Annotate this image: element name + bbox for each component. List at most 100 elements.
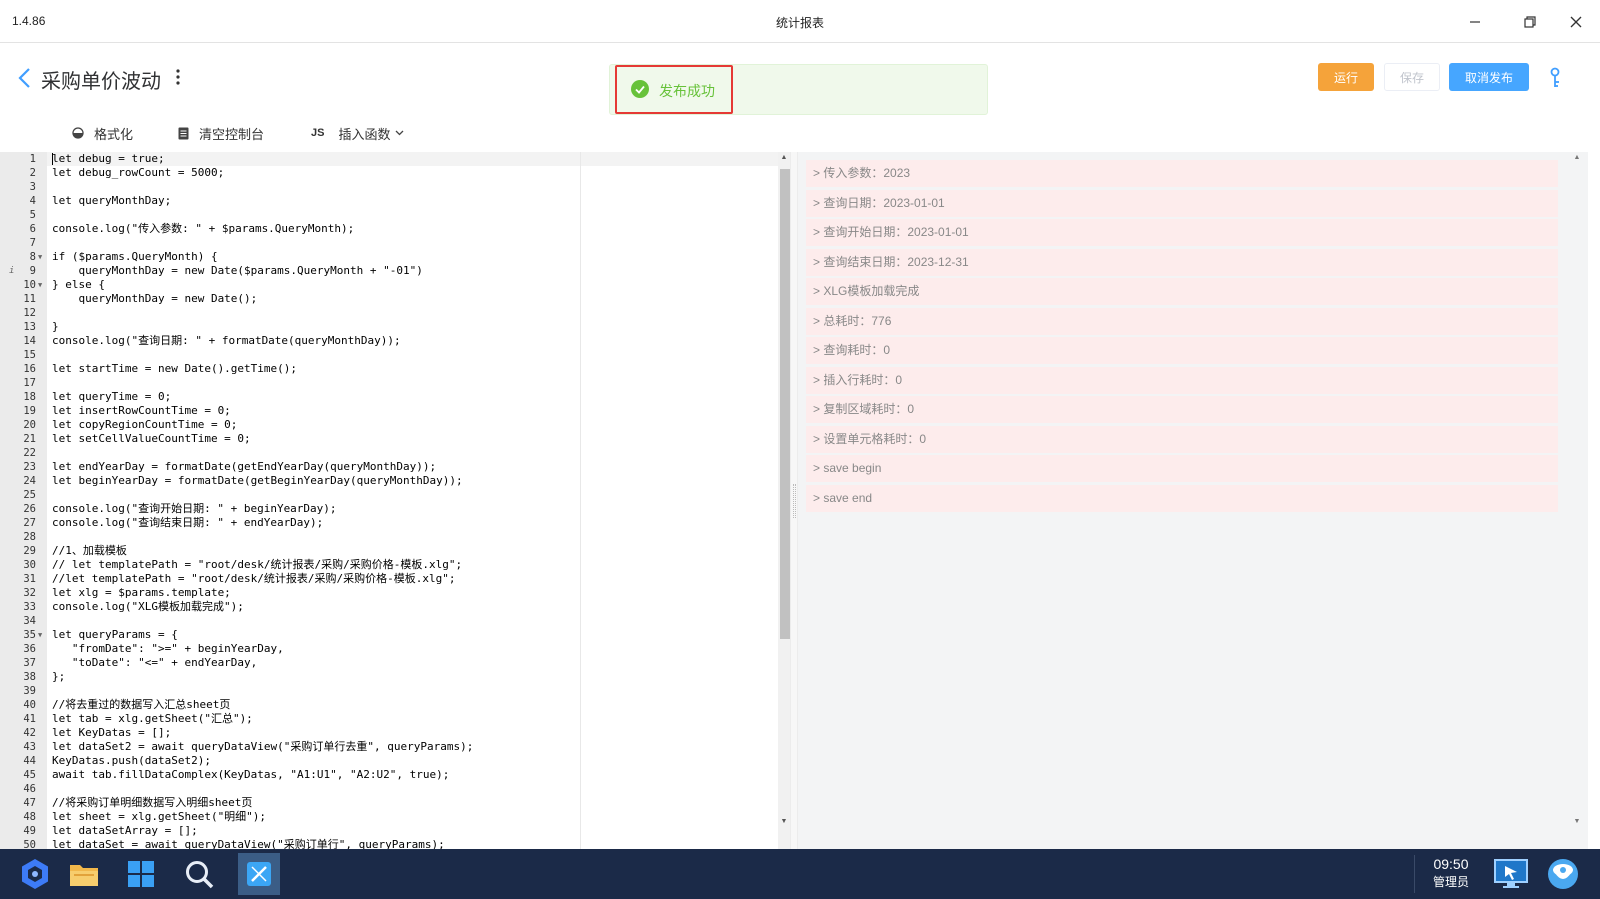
code-line: 34 <box>0 614 778 628</box>
js-icon: JS <box>311 127 325 139</box>
back-arrow-icon[interactable] <box>16 66 34 90</box>
console-scrollbar[interactable]: ▲ ▼ <box>1571 152 1583 849</box>
start-logo-icon[interactable] <box>14 853 56 895</box>
code-line: 16 let startTime = new Date().getTime(); <box>0 362 778 376</box>
code-text: queryMonthDay = new Date($params.QueryMo… <box>52 264 423 277</box>
code-text: console.log("XLG模板加载完成"); <box>52 600 244 613</box>
restore-icon[interactable] <box>1520 12 1540 32</box>
code-line: 27 console.log("查询结束日期: " + endYearDay); <box>0 516 778 530</box>
code-line: 20 let copyRegionCountTime = 0; <box>0 418 778 432</box>
line-number: 27 <box>23 517 36 529</box>
console-line: > 查询结束日期：2023-12-31 <box>806 248 1558 276</box>
code-text: let debug_rowCount = 5000; <box>52 166 225 179</box>
code-line: 15 <box>0 348 778 362</box>
clock[interactable]: 09:50 管理员 <box>1422 856 1480 891</box>
unpublish-button[interactable]: 取消发布 <box>1449 63 1529 91</box>
line-number: 18 <box>23 391 36 403</box>
code-line: 29 //1、加载模板 <box>0 544 778 558</box>
code-line: 37 "toDate": "<=" + endYearDay, <box>0 656 778 670</box>
code-line: 49 let dataSetArray = []; <box>0 824 778 838</box>
minimize-icon[interactable] <box>1465 12 1485 32</box>
line-number: 8 <box>29 251 36 263</box>
scroll-up-icon[interactable]: ▲ <box>1573 154 1581 161</box>
current-user: 管理员 <box>1432 875 1469 889</box>
code-text: let sheet = xlg.getSheet("明细"); <box>52 810 267 823</box>
code-line: 11 queryMonthDay = new Date(); <box>0 292 778 306</box>
close-icon[interactable] <box>1566 12 1586 32</box>
code-text: "toDate": "<=" + endYearDay, <box>52 656 258 669</box>
console-line: > 传入参数：2023 <box>806 160 1558 187</box>
code-line: 31 //let templatePath = "root/desk/统计报表/采… <box>0 572 778 586</box>
scroll-up-icon[interactable]: ▲ <box>780 154 788 161</box>
line-number: 34 <box>23 615 36 627</box>
text-cursor <box>52 153 53 165</box>
run-button[interactable]: 运行 <box>1318 63 1374 91</box>
console-output: > 传入参数：2023 > 查询日期：2023-01-01 > 查询开始日期：202… <box>798 152 1588 849</box>
code-text: //1、加载模板 <box>52 544 127 557</box>
code-text: }; <box>52 670 66 683</box>
format-button[interactable]: 格式化 <box>72 123 133 143</box>
line-number: 35 <box>23 629 36 641</box>
network-status-icon[interactable] <box>1542 853 1584 895</box>
code-text: await tab.fillDataComplex(KeyDatas, "A1:… <box>52 768 450 781</box>
code-text: // let templatePath = "root/desk/统计报表/采购… <box>52 558 463 571</box>
line-number: 46 <box>23 783 36 795</box>
line-number: 4 <box>29 195 36 207</box>
code-line: 17 <box>0 376 778 390</box>
report-designer-app-icon[interactable] <box>238 853 280 895</box>
key-icon[interactable] <box>1548 67 1562 89</box>
splitter-grip-icon[interactable] <box>793 484 796 518</box>
code-line: 36 "fromDate": ">=" + beginYearDay, <box>0 642 778 656</box>
line-number: 1 <box>29 153 36 165</box>
insert-function-label: 插入函数 <box>338 126 391 142</box>
save-button[interactable]: 保存 <box>1384 63 1440 91</box>
insert-function-dropdown[interactable]: JS 插入函数 <box>311 123 404 143</box>
search-icon[interactable] <box>178 853 220 895</box>
scroll-down-icon[interactable]: ▼ <box>1573 818 1581 825</box>
code-line: 33 console.log("XLG模板加载完成"); <box>0 600 778 614</box>
info-icon[interactable]: i <box>9 264 14 278</box>
fold-toggle-icon[interactable]: ▼ <box>38 628 46 642</box>
code-line: 4 let queryMonthDay; <box>0 194 778 208</box>
line-number: 44 <box>23 755 36 767</box>
taskbar-separator <box>1414 855 1415 893</box>
scroll-down-icon[interactable]: ▼ <box>780 818 788 825</box>
line-number: 39 <box>23 685 36 697</box>
console-line: > save end <box>806 484 1558 512</box>
code-text: } <box>52 320 59 333</box>
more-options-icon[interactable] <box>174 67 182 87</box>
code-text: let insertRowCountTime = 0; <box>52 404 231 417</box>
line-number: 24 <box>23 475 36 487</box>
fold-toggle-icon[interactable]: ▼ <box>38 250 46 264</box>
code-line: 42 let KeyDatas = []; <box>0 726 778 740</box>
line-number: 37 <box>23 657 36 669</box>
line-number: 26 <box>23 503 36 515</box>
code-text: let KeyDatas = []; <box>52 726 172 739</box>
code-line: 5 <box>0 208 778 222</box>
line-number: 32 <box>23 587 36 599</box>
code-text: console.log("查询日期: " + formatDate(queryM… <box>52 334 401 347</box>
clear-console-button[interactable]: 清空控制台 <box>178 123 264 143</box>
editor-scrollbar[interactable]: ▲ ▼ <box>778 152 790 849</box>
code-editor[interactable]: 1 let debug = true; 2 let debug_rowCount = … <box>0 152 790 849</box>
windows-icon[interactable] <box>120 853 162 895</box>
console-line: > save begin <box>806 455 1558 482</box>
editor-scroll-thumb[interactable] <box>780 169 790 639</box>
code-line: 24 let beginYearDay = formatDate(getBegin… <box>0 474 778 488</box>
line-number: 43 <box>23 741 36 753</box>
code-line: 21 let setCellValueCountTime = 0; <box>0 432 778 446</box>
clock-time: 09:50 <box>1433 856 1469 872</box>
code-text: //将去重过的数据写入汇总sheet页 <box>52 698 231 711</box>
console-line: > 设置单元格耗时：0 <box>806 425 1558 453</box>
line-number: 38 <box>23 671 36 683</box>
line-number: 41 <box>23 713 36 725</box>
pane-splitter[interactable] <box>790 152 798 849</box>
code-text: //let templatePath = "root/desk/统计报表/采购/… <box>52 572 456 585</box>
folder-icon[interactable] <box>63 853 105 895</box>
code-line: 9 i queryMonthDay = new Date($params.Quer… <box>0 264 778 278</box>
code-text: let setCellValueCountTime = 0; <box>52 432 251 445</box>
code-text: queryMonthDay = new Date(); <box>52 292 258 305</box>
code-line: 40 //将去重过的数据写入汇总sheet页 <box>0 698 778 712</box>
desktop-monitor-icon[interactable] <box>1490 853 1532 895</box>
fold-toggle-icon[interactable]: ▼ <box>38 278 46 292</box>
